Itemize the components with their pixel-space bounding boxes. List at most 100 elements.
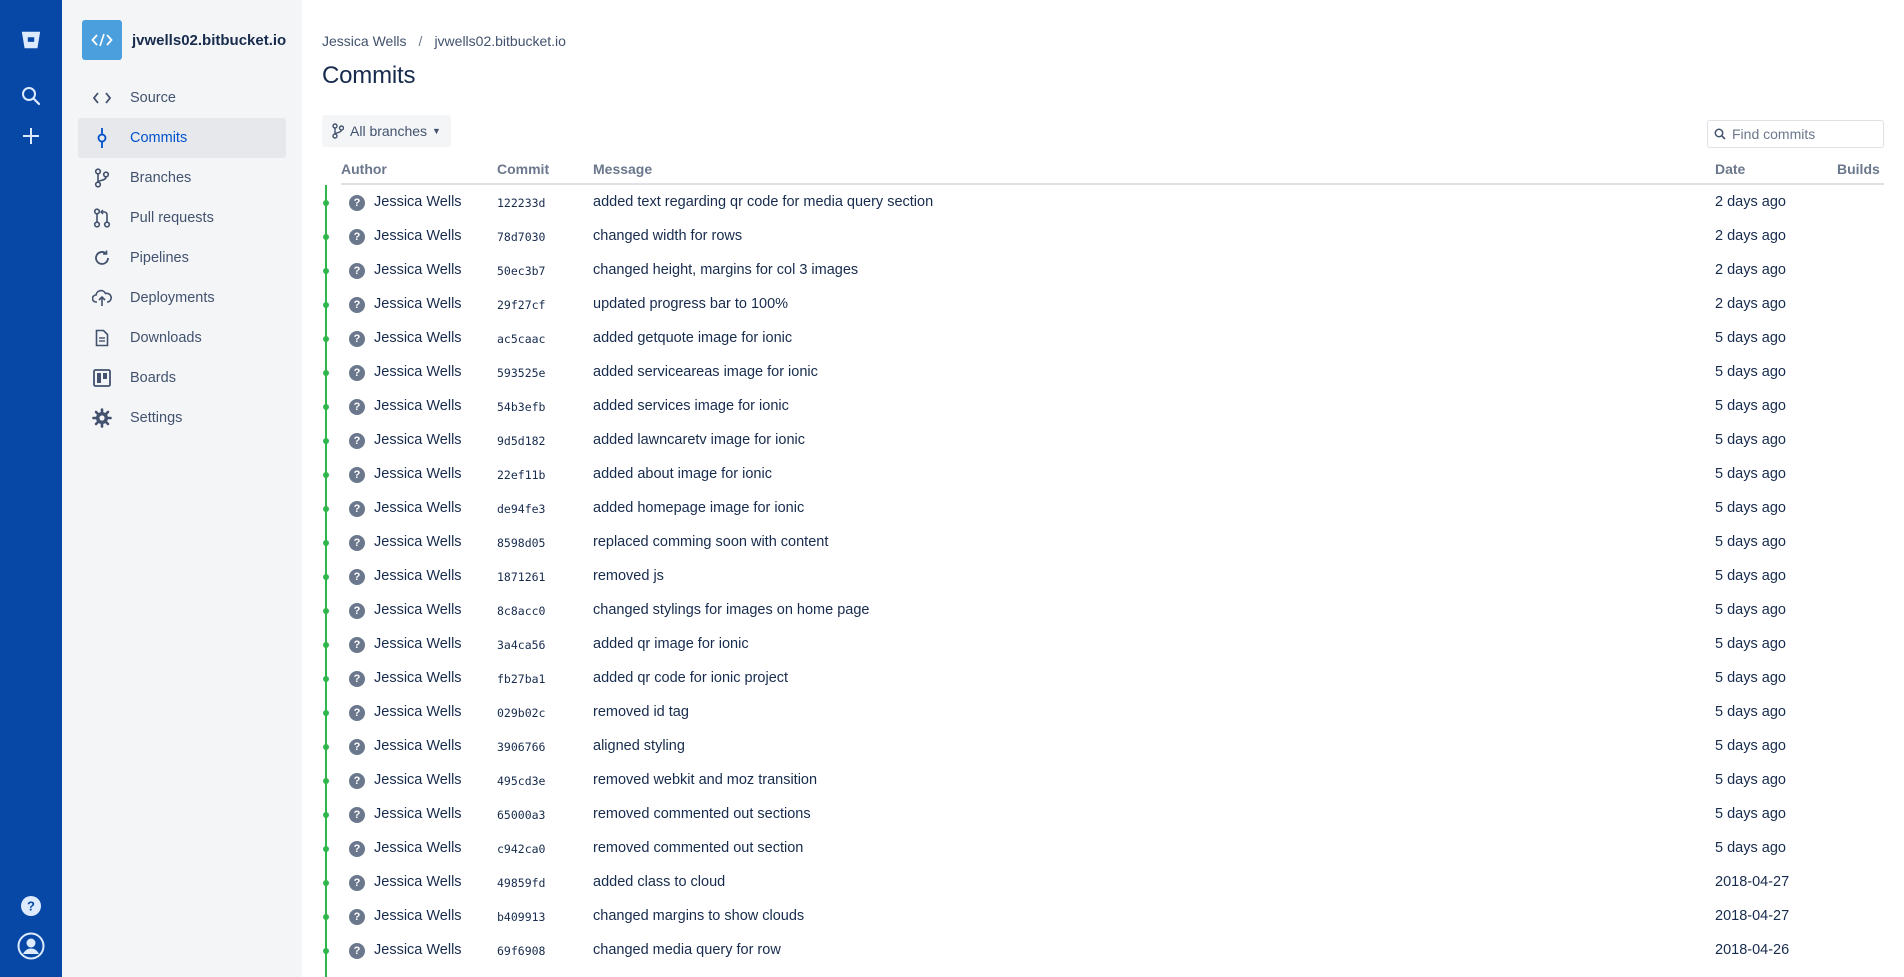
- find-commits-input[interactable]: [1732, 126, 1872, 142]
- table-row[interactable]: ? Jessica Wells de94fe3 added homepage imag…: [322, 491, 1884, 525]
- unknown-user-avatar-icon: ?: [349, 229, 365, 245]
- sidebar-item-settings[interactable]: Settings: [78, 398, 286, 438]
- table-row[interactable]: ? Jessica Wells 65000a3 removed commented o…: [322, 797, 1884, 831]
- sidebar-item-pipelines[interactable]: Pipelines: [78, 238, 286, 278]
- commit-hash-link[interactable]: c942ca0: [497, 842, 545, 856]
- sidebar-item-label: Settings: [130, 410, 183, 426]
- commit-author: Jessica Wells: [374, 602, 462, 618]
- sidebar-nav: Source Commits Branches Pull requests Pi…: [78, 78, 286, 438]
- sidebar-item-boards[interactable]: Boards: [78, 358, 286, 398]
- gear-icon: [92, 408, 112, 428]
- commit-hash-link[interactable]: ac5caac: [497, 332, 545, 346]
- bitbucket-logo-icon[interactable]: [15, 24, 47, 56]
- branch-filter-label: All branches: [350, 123, 428, 139]
- commit-author: Jessica Wells: [374, 364, 462, 380]
- profile-avatar-icon[interactable]: [15, 930, 47, 962]
- table-row[interactable]: ? Jessica Wells 50ec3b7 changed height, mar…: [322, 253, 1884, 287]
- commit-hash-link[interactable]: 9d5d182: [497, 434, 545, 448]
- table-row[interactable]: ? Jessica Wells 69f6908 changed media query…: [322, 933, 1884, 967]
- table-row[interactable]: ? Jessica Wells 9d5d182 added lawncaretv im…: [322, 423, 1884, 457]
- commit-author: Jessica Wells: [374, 398, 462, 414]
- cloud-upload-icon: [92, 288, 112, 308]
- breadcrumb-user-link[interactable]: Jessica Wells: [322, 33, 407, 49]
- table-row[interactable]: ? Jessica Wells 22ef11b added about image f…: [322, 457, 1884, 491]
- table-row[interactable]: ? Jessica Wells 49859fd added class to clou…: [322, 865, 1884, 899]
- commit-date: 5 days ago: [1715, 840, 1786, 856]
- commit-hash-link[interactable]: 3906766: [497, 740, 545, 754]
- commit-hash-link[interactable]: de94fe3: [497, 502, 545, 516]
- commit-hash-link[interactable]: 3a4ca56: [497, 638, 545, 652]
- table-row[interactable]: ? Jessica Wells fb27ba1 added qr code for i…: [322, 661, 1884, 695]
- search-icon[interactable]: [15, 80, 47, 112]
- commit-hash-link[interactable]: 22ef11b: [497, 468, 545, 482]
- table-row[interactable]: ? Jessica Wells 29f27cf updated progress ba…: [322, 287, 1884, 321]
- commit-graph-dot: [323, 710, 329, 716]
- help-icon[interactable]: ?: [15, 890, 47, 922]
- commit-author: Jessica Wells: [374, 466, 462, 482]
- table-row[interactable]: ? Jessica Wells 78d7030 changed width for r…: [322, 219, 1884, 253]
- table-row[interactable]: ? Jessica Wells 029b02c removed id tag 5 day…: [322, 695, 1884, 729]
- commit-author: Jessica Wells: [374, 194, 462, 210]
- commit-date: 5 days ago: [1715, 534, 1786, 550]
- commit-hash-link[interactable]: b409913: [497, 910, 545, 924]
- column-header-commit: Commit: [497, 161, 550, 177]
- commit-icon: [92, 128, 112, 148]
- table-row[interactable]: ? Jessica Wells 495cd3e removed webkit and …: [322, 763, 1884, 797]
- commit-hash-link[interactable]: 50ec3b7: [497, 264, 545, 278]
- table-row[interactable]: ? Jessica Wells 54b3efb added services imag…: [322, 389, 1884, 423]
- commit-graph-dot: [323, 540, 329, 546]
- column-header-message: Message: [593, 161, 653, 177]
- sidebar-item-source[interactable]: Source: [78, 78, 286, 118]
- commit-graph-dot: [323, 812, 329, 818]
- commit-hash-link[interactable]: 65000a3: [497, 808, 545, 822]
- table-row[interactable]: ? Jessica Wells 3906766 aligned styling 5 da…: [322, 729, 1884, 763]
- sidebar-item-branches[interactable]: Branches: [78, 158, 286, 198]
- commit-hash-link[interactable]: 49859fd: [497, 876, 545, 890]
- sidebar-item-label: Commits: [130, 130, 188, 146]
- unknown-user-avatar-icon: ?: [349, 807, 365, 823]
- commit-hash-link[interactable]: 029b02c: [497, 706, 545, 720]
- commit-hash-link[interactable]: 1871261: [497, 570, 545, 584]
- board-icon: [92, 368, 112, 388]
- sidebar-item-deployments[interactable]: Deployments: [78, 278, 286, 318]
- commit-hash-link[interactable]: 495cd3e: [497, 774, 545, 788]
- commit-hash-link[interactable]: 593525e: [497, 366, 545, 380]
- sidebar-item-pull-requests[interactable]: Pull requests: [78, 198, 286, 238]
- table-row[interactable]: ? Jessica Wells 122233d added text regardin…: [322, 185, 1884, 219]
- commit-hash-link[interactable]: 78d7030: [497, 230, 545, 244]
- breadcrumb-repo-link[interactable]: jvwells02.bitbucket.io: [434, 33, 566, 49]
- find-commits-search[interactable]: [1707, 120, 1884, 148]
- sidebar-item-label: Boards: [130, 370, 176, 386]
- repo-header[interactable]: jvwells02.bitbucket.io: [82, 20, 286, 60]
- commit-date: 5 days ago: [1715, 500, 1786, 516]
- commit-message: added qr code for ionic project: [593, 670, 789, 686]
- table-row[interactable]: ? Jessica Wells 1871261 removed js 5 days ag…: [322, 559, 1884, 593]
- unknown-user-avatar-icon: ?: [349, 841, 365, 857]
- commit-message: added services image for ionic: [593, 398, 789, 414]
- commit-hash-link[interactable]: fb27ba1: [497, 672, 545, 686]
- table-row[interactable]: ? Jessica Wells 593525e added serviceareas …: [322, 355, 1884, 389]
- table-row[interactable]: ? Jessica Wells b409913 changed margins to …: [322, 899, 1884, 933]
- create-plus-icon[interactable]: [15, 120, 47, 152]
- commit-hash-link[interactable]: 69f6908: [497, 944, 545, 958]
- commit-hash-link[interactable]: 29f27cf: [497, 298, 545, 312]
- branch-filter-dropdown[interactable]: All branches ▼: [322, 115, 451, 147]
- commit-author: Jessica Wells: [374, 636, 462, 652]
- unknown-user-avatar-icon: ?: [349, 705, 365, 721]
- commit-hash-link[interactable]: 122233d: [497, 196, 545, 210]
- table-row[interactable]: ? Jessica Wells ac5caac added getquote imag…: [322, 321, 1884, 355]
- commits-table-header: Author Commit Message Date Builds: [341, 158, 1884, 185]
- sidebar-item-downloads[interactable]: Downloads: [78, 318, 286, 358]
- commit-hash-link[interactable]: 8c8acc0: [497, 604, 545, 618]
- repo-avatar-code-icon: [82, 20, 122, 60]
- commit-author: Jessica Wells: [374, 874, 462, 890]
- commit-graph-dot: [323, 200, 329, 206]
- unknown-user-avatar-icon: ?: [349, 603, 365, 619]
- commit-hash-link[interactable]: 54b3efb: [497, 400, 545, 414]
- table-row[interactable]: ? Jessica Wells 3a4ca56 added qr image for …: [322, 627, 1884, 661]
- sidebar-item-commits[interactable]: Commits: [78, 118, 286, 158]
- table-row[interactable]: ? Jessica Wells 8c8acc0 changed stylings fo…: [322, 593, 1884, 627]
- commit-hash-link[interactable]: 8598d05: [497, 536, 545, 550]
- table-row[interactable]: ? Jessica Wells 8598d05 replaced comming so…: [322, 525, 1884, 559]
- table-row[interactable]: ? Jessica Wells c942ca0 removed commented o…: [322, 831, 1884, 865]
